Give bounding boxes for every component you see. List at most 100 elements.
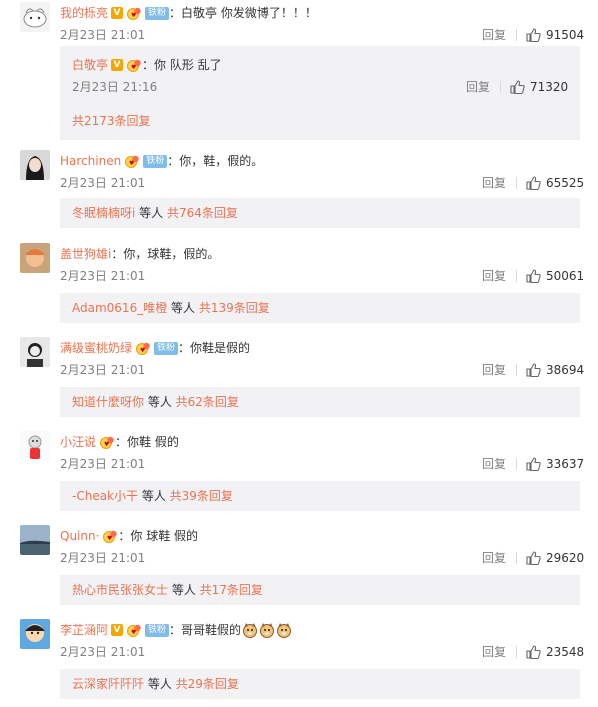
more-replies-link[interactable]: 共764条回复 [167,206,238,220]
username-link[interactable]: 白敬亭 [72,56,108,74]
comment-time: 2月23日 21:01 [60,645,146,659]
replier-link[interactable]: 热心市民张张女士 [72,583,168,597]
more-replies-link[interactable]: 共39条回复 [170,489,233,503]
comment-time: 2月23日 21:16 [72,80,158,94]
gift-badge-icon: ♥ [99,436,115,449]
gift-badge-icon: ♥ [135,342,151,355]
like-button[interactable]: 29620 [526,549,584,567]
comment-text: ：哥哥鞋假的 [169,623,242,637]
svg-text:♥: ♥ [129,160,134,167]
reply-button[interactable]: 回复 [482,549,506,567]
divider [516,177,517,189]
avatar[interactable] [20,150,50,180]
more-replies: Adam0616_唯橙 等人 共139条回复 [72,293,270,323]
divider [500,81,501,93]
more-replies: 热心市民张张女士 等人 共17条回复 [72,575,263,605]
replier-link[interactable]: 冬眠楠楠呀i [72,206,135,220]
username-link[interactable]: 小汪说 [60,433,96,451]
more-replies-link[interactable]: 共139条回复 [199,301,270,315]
like-button[interactable]: 23548 [526,643,584,661]
reply-button[interactable]: 回复 [482,643,506,661]
like-button[interactable]: 50061 [526,267,584,285]
more-replies-text: 等人 [138,489,170,503]
reply-button[interactable]: 回复 [466,78,490,96]
reply-button[interactable]: 回复 [482,361,506,379]
more-replies-text: 等人 [167,301,199,315]
thumbs-up-icon [526,363,541,377]
username-link[interactable]: 李芷涵阿 [60,621,108,639]
thumbs-up-icon [526,457,541,471]
more-replies-text: 等人 [135,206,167,220]
verified-icon: V [111,59,124,71]
replier-link[interactable]: Adam0616_唯橙 [72,301,167,315]
like-button[interactable]: 33637 [526,455,584,473]
like-count: 38694 [546,363,585,377]
nested-reply: 白敬亭 V ♥ ：你 队形 乱了 2月23日 21:16 回复 71320 [60,54,580,102]
verified-icon: V [111,7,124,19]
avatar[interactable] [20,525,50,555]
like-count: 65525 [546,176,585,190]
more-replies-link[interactable]: 共62条回复 [176,395,239,409]
comment-time: 2月23日 21:01 [60,551,146,565]
more-replies-text: 等人 [144,395,176,409]
comment-time: 2月23日 21:01 [60,363,146,377]
comment-time: 2月23日 21:01 [60,457,146,471]
thumbs-up-icon [526,551,541,565]
like-count: 91504 [546,28,585,42]
svg-text:♥: ♥ [131,64,136,71]
username-link[interactable]: Quinn· [60,527,99,545]
reply-button[interactable]: 回复 [482,455,506,473]
comment-text: ：你，鞋，假的。 [167,154,264,168]
more-replies-link[interactable]: 共17条回复 [200,583,263,597]
iron-fan-badge: 铁粉 [143,154,168,168]
comment-time: 2月23日 21:01 [60,28,146,42]
username-link[interactable]: 我的栎亮 [60,4,108,22]
replies-box: 冬眠楠楠呀i 等人 共764条回复 [60,198,580,228]
like-button[interactable]: 91504 [526,26,584,44]
avatar[interactable] [20,619,50,649]
replier-link[interactable]: -Cheak小干 [72,489,138,503]
reply-button[interactable]: 回复 [482,267,506,285]
comment-text: ：你，球鞋，假的。 [111,247,220,261]
divider [516,552,517,564]
replier-link[interactable]: 知道什麼呀你 [72,395,144,409]
more-replies-link[interactable]: 共29条回复 [176,677,239,691]
thumbs-up-icon [526,269,541,283]
replier-link[interactable]: 云深家阡阡阡 [72,677,144,691]
gift-badge-icon: ♥ [102,530,118,543]
divider [516,29,517,41]
gift-badge-icon: ♥ [124,155,140,168]
comment-text: ：你 球鞋 假的 [118,529,199,543]
gift-badge-icon: ♥ [126,59,142,72]
username-link[interactable]: 满级蜜桃奶绿 [60,339,132,357]
svg-text:♥: ♥ [131,629,136,636]
replies-box: Adam0616_唯橙 等人 共139条回复 [60,293,580,323]
avatar[interactable] [20,243,50,273]
like-count: 71320 [530,80,569,94]
svg-text:♥: ♥ [140,347,145,354]
avatar[interactable] [20,337,50,367]
svg-text:♥: ♥ [107,535,112,542]
gift-badge-icon: ♥ [126,7,142,20]
username-link[interactable]: 盖世狗雄i [60,245,111,263]
more-replies: 知道什麼呀你 等人 共62条回复 [72,387,239,417]
thumbs-up-icon [526,28,541,42]
more-replies-text: 等人 [144,677,176,691]
comment-time: 2月23日 21:01 [60,176,146,190]
like-count: 33637 [546,457,585,471]
avatar[interactable] [20,431,50,461]
gift-badge-icon: ♥ [126,624,142,637]
like-count: 29620 [546,551,585,565]
doge-emoji-icon [277,623,292,638]
reply-button[interactable]: 回复 [482,26,506,44]
like-button[interactable]: 38694 [526,361,584,379]
reply-button[interactable]: 回复 [482,174,506,192]
avatar[interactable] [20,2,50,32]
comment-text: ：你 队形 乱了 [142,58,222,72]
comment-text: ：你鞋是假的 [178,341,251,355]
username-link[interactable]: Harchinen [60,152,121,170]
more-replies-link[interactable]: 共2173条回复 [72,114,151,128]
like-button[interactable]: 65525 [526,174,584,192]
like-button[interactable]: 71320 [510,78,568,96]
replies-box: 云深家阡阡阡 等人 共29条回复 [60,669,580,699]
